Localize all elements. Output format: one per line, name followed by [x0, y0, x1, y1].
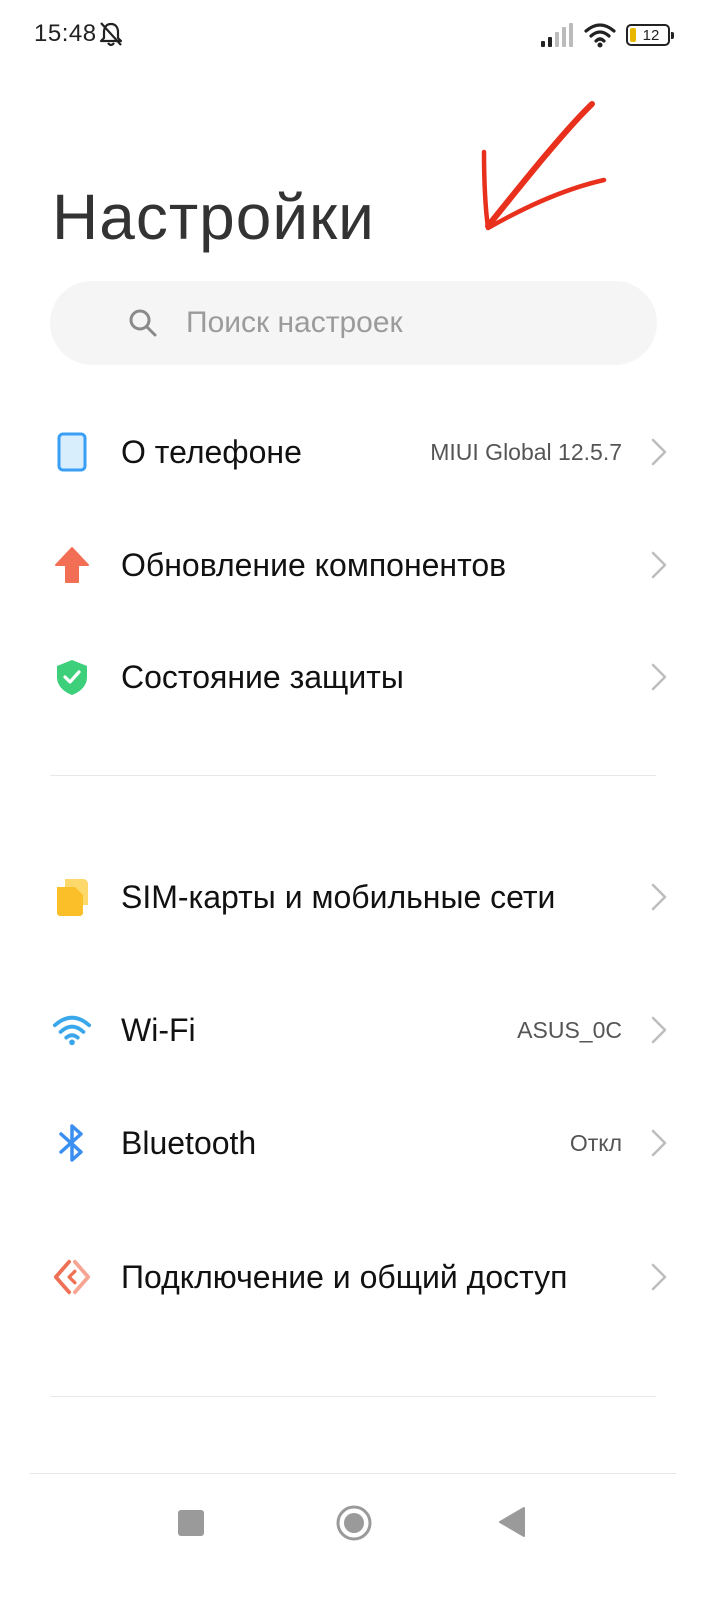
- battery-level: 12: [642, 26, 660, 44]
- search-icon: [129, 309, 157, 337]
- shield-check-icon: [52, 657, 92, 697]
- status-time: 15:48: [34, 20, 97, 47]
- share-connection-icon: [52, 1257, 92, 1297]
- back-button[interactable]: [498, 1506, 526, 1538]
- chevron-right-icon: [651, 1263, 667, 1291]
- status-icons: 12: [540, 22, 674, 48]
- wifi-icon: [52, 1010, 92, 1050]
- chevron-right-icon: [651, 1129, 667, 1157]
- settings-item-value: ASUS_0C: [517, 1016, 622, 1043]
- settings-item-wifi[interactable]: Wi-Fi ASUS_0C: [0, 990, 720, 1070]
- settings-item-label: Bluetooth: [121, 1124, 257, 1161]
- settings-item-component-update[interactable]: Обновление компонентов: [0, 525, 720, 605]
- settings-item-label: Wi-Fi: [121, 1011, 196, 1048]
- update-arrow-icon: [52, 545, 92, 585]
- settings-item-value: MIUI Global 12.5.7: [430, 438, 622, 465]
- chevron-right-icon: [651, 551, 667, 579]
- settings-item-bluetooth[interactable]: Bluetooth Откл: [0, 1103, 720, 1183]
- bluetooth-icon: [52, 1123, 92, 1163]
- settings-item-label: О телефоне: [121, 433, 302, 470]
- chevron-right-icon: [651, 1016, 667, 1044]
- wifi-status-icon: [584, 23, 616, 48]
- settings-item-sim-cards[interactable]: SIM-карты и мобильные сети: [0, 851, 720, 943]
- section-divider: [50, 1396, 656, 1397]
- settings-item-label: Состояние защиты: [121, 658, 404, 695]
- chevron-right-icon: [651, 883, 667, 911]
- sim-card-icon: [52, 877, 92, 917]
- signal-icon: [541, 23, 573, 47]
- settings-item-label: Обновление компонентов: [121, 546, 507, 583]
- status-bar: 15:48 12: [0, 0, 720, 70]
- search-bar[interactable]: [50, 281, 657, 365]
- chevron-right-icon: [651, 663, 667, 691]
- chevron-right-icon: [651, 438, 667, 466]
- settings-item-security-status[interactable]: Состояние защиты: [0, 637, 720, 717]
- navigation-bar: [0, 1474, 720, 1600]
- bell-off-icon: [99, 22, 123, 47]
- home-button[interactable]: [335, 1504, 373, 1542]
- section-divider: [50, 775, 656, 776]
- settings-item-label: Подключение и общий доступ: [121, 1258, 568, 1295]
- settings-item-about-phone[interactable]: О телефоне MIUI Global 12.5.7: [0, 412, 720, 492]
- settings-item-connection-sharing[interactable]: Подключение и общий доступ: [0, 1231, 720, 1323]
- annotation-arrow-icon: [481, 101, 607, 231]
- recent-apps-button[interactable]: [178, 1510, 204, 1536]
- page-title: Настройки: [52, 181, 375, 253]
- phone-icon: [52, 432, 92, 472]
- settings-item-label: SIM-карты и мобильные сети: [121, 878, 556, 915]
- battery-icon: 12: [626, 24, 674, 46]
- search-input[interactable]: [186, 306, 586, 340]
- settings-item-value: Откл: [569, 1129, 622, 1156]
